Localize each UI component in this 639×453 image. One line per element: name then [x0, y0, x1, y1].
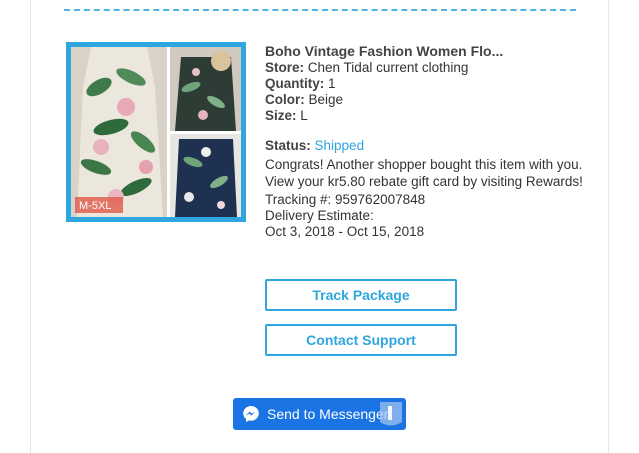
rebate-message: Congrats! Another shopper bought this it… [265, 157, 583, 189]
frame-border-right [608, 0, 609, 453]
size-row: Size: L [265, 108, 595, 124]
store-value: Chen Tidal current clothing [307, 60, 469, 75]
dashed-divider [64, 9, 576, 11]
quantity-value: 1 [328, 76, 336, 91]
store-row: Store: Chen Tidal current clothing [265, 60, 595, 76]
quantity-label: Quantity: [265, 76, 325, 91]
size-badge-text: M-5XL [79, 200, 111, 212]
product-photo-illustration: M-5XL [71, 47, 241, 217]
color-value: Beige [308, 92, 344, 107]
send-to-messenger-label: Send to Messenger [267, 406, 389, 422]
delivery-estimate-range: Oct 3, 2018 - Oct 15, 2018 [265, 224, 425, 239]
store-label: Store: [265, 60, 305, 75]
frame-border-left [30, 0, 31, 453]
product-image[interactable]: M-5XL [66, 42, 246, 222]
size-label: Size: [265, 108, 297, 123]
track-package-button[interactable]: Track Package [265, 279, 457, 311]
color-row: Color: Beige [265, 92, 595, 108]
contact-support-button[interactable]: Contact Support [265, 324, 457, 356]
color-label: Color: [265, 92, 305, 107]
order-item-card: M-5XL Boho Vintage Fashion Women Flo... … [0, 0, 639, 453]
status-label: Status: [265, 138, 311, 153]
item-title[interactable]: Boho Vintage Fashion Women Flo... [265, 43, 595, 59]
status-row: Status: Shipped [265, 138, 595, 154]
item-details: Boho Vintage Fashion Women Flo... Store:… [265, 43, 595, 240]
delivery-estimate-label: Delivery Estimate: [265, 208, 374, 223]
touch-cursor-icon [380, 402, 402, 426]
quantity-row: Quantity: 1 [265, 76, 595, 92]
status-value: Shipped [314, 138, 365, 153]
size-value: L [300, 108, 308, 123]
messenger-icon [243, 406, 259, 422]
tracking-number: Tracking #: 959762007848 [265, 192, 426, 207]
